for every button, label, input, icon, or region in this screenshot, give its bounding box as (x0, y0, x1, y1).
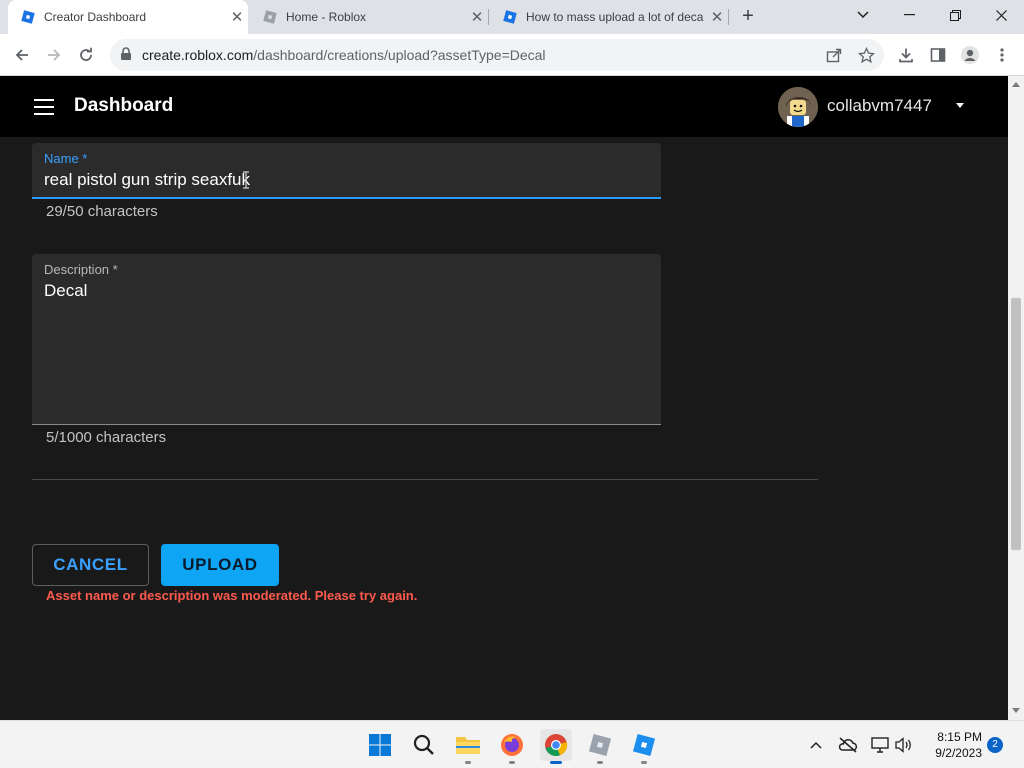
clock-time: 8:15 PM (937, 730, 982, 744)
upload-form: Name * real pistol gun strip seaxfuk 29/… (0, 137, 1008, 720)
download-icon[interactable] (895, 44, 917, 66)
new-tab-button[interactable]: + (736, 5, 760, 29)
roblox-studio-icon[interactable] (628, 729, 660, 764)
text-cursor-icon (243, 171, 249, 189)
network-icon[interactable] (870, 735, 890, 755)
tab-title: How to mass upload a lot of deca (526, 10, 704, 24)
reload-icon[interactable] (75, 44, 97, 66)
tab-title: Creator Dashboard (44, 10, 147, 24)
web-page: Dashboard collabvm7447 Name * real pisto… (0, 76, 1008, 720)
description-textarea[interactable]: Decal (44, 281, 87, 301)
windows-start-icon[interactable] (364, 729, 396, 761)
minimize-button[interactable] (886, 0, 932, 30)
page-scrollbar[interactable] (1008, 76, 1024, 720)
address-bar[interactable]: create.roblox.com/dashboard/creations/up… (110, 39, 884, 71)
tab-separator (488, 9, 489, 25)
avatar[interactable] (778, 87, 818, 127)
bookmark-star-icon[interactable] (855, 44, 877, 66)
tab-home-roblox[interactable]: Home - Roblox ✕ (250, 0, 488, 34)
tab-mass-upload[interactable]: How to mass upload a lot of deca ✕ (490, 0, 728, 34)
menu-dots-icon[interactable] (991, 44, 1013, 66)
forward-icon[interactable] (43, 44, 65, 66)
description-character-counter: 5/1000 characters (46, 429, 167, 446)
scrollbar-thumb[interactable] (1011, 298, 1021, 550)
close-window-button[interactable] (978, 0, 1024, 30)
chevron-down-icon[interactable] (956, 103, 964, 108)
username[interactable]: collabvm7447 (827, 96, 932, 116)
clock-date: 9/2/2023 (935, 746, 982, 760)
url-text: create.roblox.com/dashboard/creations/up… (142, 47, 546, 63)
chrome-icon[interactable] (540, 729, 572, 764)
name-field[interactable]: Name * real pistol gun strip seaxfuk (32, 143, 661, 199)
hamburger-menu-icon[interactable] (34, 99, 54, 115)
scroll-up-arrow[interactable] (1012, 82, 1020, 87)
close-tab-icon[interactable]: ✕ (706, 8, 728, 26)
tab-title: Home - Roblox (286, 10, 367, 24)
upload-button[interactable]: UPLOAD (161, 544, 279, 586)
cancel-button[interactable]: CANCEL (32, 544, 149, 586)
side-panel-icon[interactable] (927, 44, 949, 66)
name-input[interactable]: real pistol gun strip seaxfuk (44, 170, 250, 190)
tab-creator-dashboard[interactable]: Creator Dashboard ✕ (8, 0, 248, 34)
description-field-label: Description * (44, 262, 118, 277)
lock-icon[interactable] (120, 47, 132, 66)
browser-toolbar: create.roblox.com/dashboard/creations/up… (0, 34, 1024, 76)
name-field-label: Name * (44, 151, 88, 166)
firefox-icon[interactable] (496, 729, 528, 764)
restore-button[interactable] (932, 0, 978, 30)
system-clock[interactable]: 8:15 PM 9/2/2023 (920, 729, 982, 761)
onedrive-offline-icon[interactable] (838, 735, 858, 755)
url-host: create.roblox.com (142, 47, 254, 63)
volume-icon[interactable] (894, 735, 914, 755)
close-tab-icon[interactable]: ✕ (466, 8, 488, 26)
name-character-counter: 29/50 characters (46, 203, 158, 220)
notification-badge[interactable]: 2 (987, 737, 1003, 753)
file-explorer-icon[interactable] (452, 729, 484, 764)
roblox-icon (502, 9, 518, 25)
share-icon[interactable] (823, 44, 845, 66)
close-tab-icon[interactable]: ✕ (226, 8, 248, 26)
app-header: Dashboard collabvm7447 (0, 76, 1008, 137)
roblox-icon (20, 9, 36, 25)
page-title: Dashboard (74, 95, 174, 116)
tab-search-button[interactable] (840, 0, 886, 30)
profile-icon[interactable] (959, 44, 981, 66)
browser-tab-strip: Creator Dashboard ✕ Home - Roblox ✕ How … (0, 0, 1024, 34)
error-message: Asset name or description was moderated.… (46, 588, 418, 603)
windows-taskbar: 8:15 PM 9/2/2023 2 (0, 720, 1024, 768)
scroll-down-arrow[interactable] (1012, 708, 1020, 713)
form-divider (32, 479, 818, 480)
chevron-up-icon[interactable] (806, 735, 826, 755)
roblox-player-icon[interactable] (584, 729, 616, 764)
url-path: /dashboard/creations/upload?assetType=De… (253, 47, 546, 63)
roblox-icon (262, 9, 278, 25)
tab-separator (728, 9, 729, 25)
description-field[interactable]: Description * Decal (32, 254, 661, 425)
search-icon[interactable] (408, 729, 440, 761)
back-icon[interactable] (11, 44, 33, 66)
